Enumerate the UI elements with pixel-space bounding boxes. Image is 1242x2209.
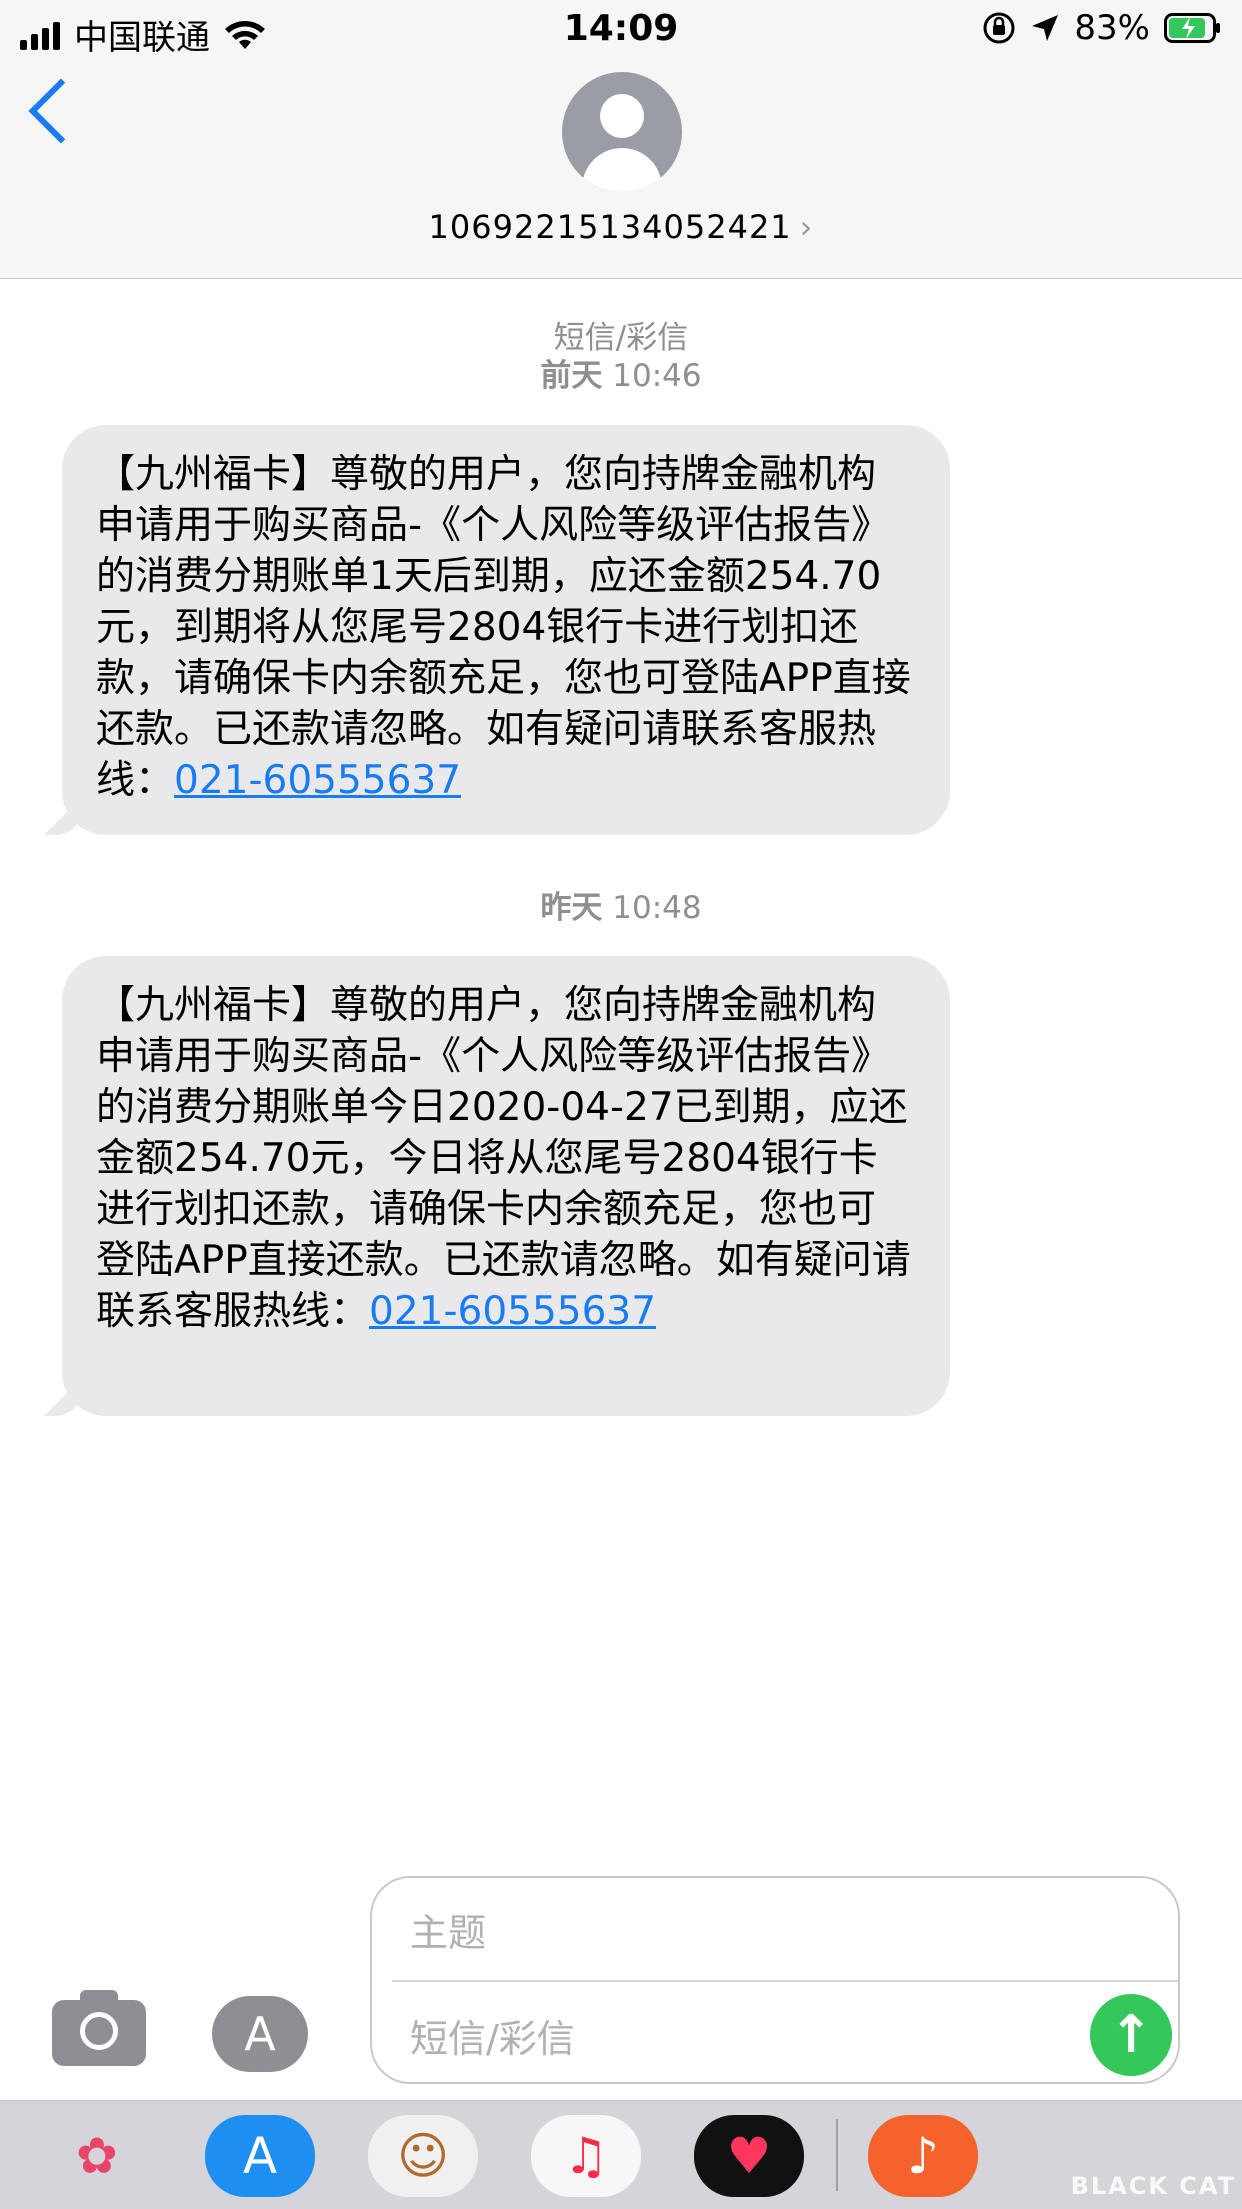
garageband-app-button[interactable]: ♪	[868, 2115, 978, 2197]
message-text: 【九州福卡】尊敬的用户，您向持牌金融机构申请用于购买商品-《个人风险等级评估报告…	[96, 449, 914, 806]
app-drawer-dock: ✿ A ☺ ♫ ♥ ♪	[0, 2100, 1242, 2209]
bubble-tail	[44, 795, 84, 835]
service-label-text: 短信/彩信	[553, 320, 689, 356]
back-chevron-icon[interactable]	[28, 78, 94, 144]
status-right: 83%	[982, 8, 1222, 48]
avatar-head-shape	[600, 94, 644, 138]
message-bubble-1[interactable]: 【九州福卡】尊敬的用户，您向持牌金融机构申请用于购买商品-《个人风险等级评估报告…	[44, 425, 950, 835]
fitness-app-button[interactable]: ♥	[694, 2115, 804, 2197]
music-note-icon: ♫	[563, 2127, 609, 2185]
timestamp-1: 前天 10:46	[0, 356, 1242, 396]
phone-link[interactable]: 021-60555637	[369, 1289, 656, 1334]
chevron-right-icon: ›	[799, 208, 814, 246]
watermark: BLACK CAT	[1070, 2172, 1236, 2200]
location-arrow-icon	[1032, 15, 1059, 41]
message-body: 【九州福卡】尊敬的用户，您向持牌金融机构申请用于购买商品-《个人风险等级评估报告…	[96, 983, 911, 1334]
message-service-label: 短信/彩信	[0, 318, 1242, 358]
timestamp-day: 昨天	[540, 890, 603, 926]
rotation-lock-icon	[983, 12, 1015, 44]
arrow-up-icon: ↑	[1109, 2005, 1153, 2065]
battery-charging-icon	[1164, 13, 1220, 43]
photos-app-button[interactable]: ✿	[42, 2115, 152, 2197]
camera-button[interactable]	[52, 1990, 146, 2066]
dock-separator	[836, 2119, 838, 2191]
photos-icon: ✿	[76, 2127, 118, 2185]
contact-avatar[interactable]	[562, 72, 682, 192]
timestamp-time: 10:48	[612, 890, 702, 926]
message-composer[interactable]: 主题 短信/彩信	[370, 1876, 1180, 2084]
app-store-button[interactable]: A	[212, 1996, 308, 2072]
memoji-icon: ☺	[396, 2127, 450, 2185]
subject-input[interactable]: 主题	[410, 1902, 486, 1957]
message-input[interactable]: 短信/彩信	[410, 2008, 575, 2063]
timestamp-time: 10:46	[612, 358, 702, 394]
send-button[interactable]: ↑	[1090, 1994, 1172, 2076]
guitar-icon: ♪	[907, 2127, 939, 2185]
app-store-icon: A	[244, 2007, 276, 2061]
message-bubble-2[interactable]: 【九州福卡】尊敬的用户，您向持牌金融机构申请用于购买商品-《个人风险等级评估报告…	[44, 956, 950, 1416]
memoji-app-button[interactable]: ☺	[368, 2115, 478, 2197]
app-store-app-button[interactable]: A	[205, 2115, 315, 2197]
timestamp-2: 昨天 10:48	[0, 888, 1242, 928]
bubble-tail	[44, 1376, 84, 1416]
timestamp-day: 前天	[540, 358, 603, 394]
composer-divider	[392, 1980, 1178, 1982]
message-text: 【九州福卡】尊敬的用户，您向持牌金融机构申请用于购买商品-《个人风险等级评估报告…	[96, 980, 914, 1337]
avatar-body-shape	[582, 148, 662, 192]
heart-icon: ♥	[726, 2127, 772, 2185]
status-bar: 中国联通 14:09 83%	[0, 0, 1242, 62]
camera-icon	[80, 2012, 118, 2050]
contact-number: 10692215134052421	[428, 208, 792, 246]
message-body: 【九州福卡】尊敬的用户，您向持牌金融机构申请用于购买商品-《个人风险等级评估报告…	[96, 452, 911, 803]
music-app-button[interactable]: ♫	[531, 2115, 641, 2197]
phone-link[interactable]: 021-60555637	[174, 758, 461, 803]
battery-percent: 83%	[1074, 8, 1150, 48]
contact-number-button[interactable]: 10692215134052421 ›	[0, 208, 1242, 246]
app-store-icon: A	[242, 2127, 278, 2185]
